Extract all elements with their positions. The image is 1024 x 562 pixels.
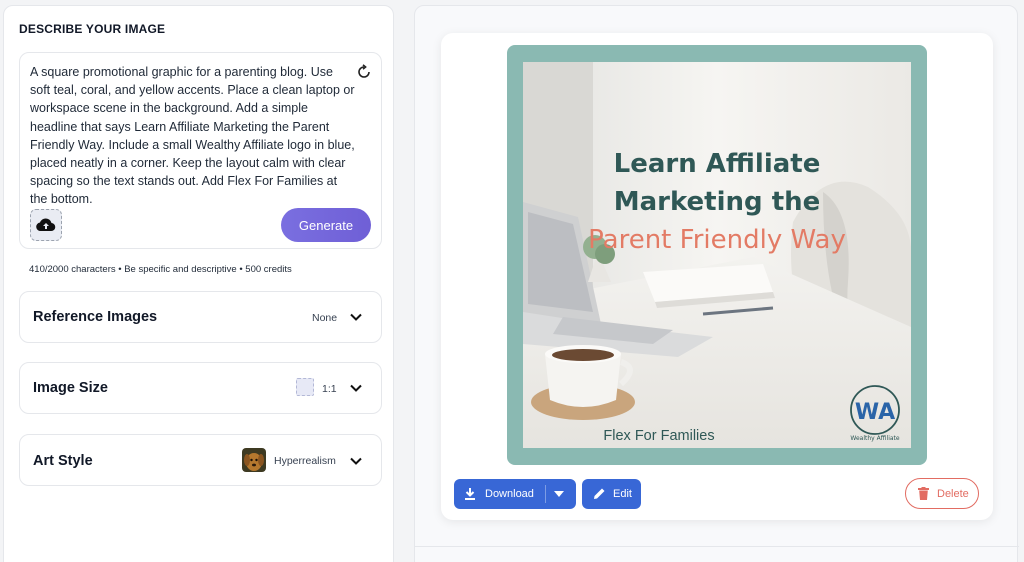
prompt-text[interactable]: A square promotional graphic for a paren…: [30, 63, 355, 209]
divider: [415, 546, 1019, 547]
art-style-label: Art Style: [33, 453, 93, 469]
image-size-accordion[interactable]: Image Size 1:1: [19, 362, 382, 414]
download-label: Download: [485, 488, 534, 500]
headline-line-3: Parent Friendly Way: [588, 225, 846, 255]
download-icon: [465, 488, 475, 500]
svg-text:Wealthy Affiliate: Wealthy Affiliate: [850, 435, 899, 442]
chevron-down-icon: [350, 384, 362, 392]
delete-button[interactable]: Delete: [905, 478, 979, 509]
refresh-icon[interactable]: [355, 63, 373, 81]
generate-button[interactable]: Generate: [281, 208, 371, 242]
prompt-textarea[interactable]: A square promotional graphic for a paren…: [19, 52, 382, 249]
download-button[interactable]: Download: [454, 479, 576, 509]
edit-label: Edit: [613, 488, 632, 500]
art-style-thumbnail: [242, 448, 266, 472]
trash-icon: [918, 487, 929, 500]
section-title: DESCRIBE YOUR IMAGE: [19, 22, 166, 36]
svg-text:WA: WA: [855, 400, 895, 425]
result-panel: Learn Affiliate Marketing the Parent Fri…: [414, 5, 1019, 562]
pencil-icon: [594, 488, 605, 499]
generated-image-content: Learn Affiliate Marketing the Parent Fri…: [523, 62, 911, 448]
reference-images-label: Reference Images: [33, 309, 158, 325]
reference-images-value: None: [312, 312, 338, 324]
delete-label: Delete: [937, 488, 969, 500]
image-headline: Learn Affiliate Marketing the Parent Fri…: [523, 145, 911, 259]
chevron-down-icon: [350, 457, 362, 465]
headline-line-2: Marketing the: [613, 187, 821, 217]
generated-image[interactable]: Learn Affiliate Marketing the Parent Fri…: [507, 45, 927, 465]
reference-images-accordion[interactable]: Reference Images None: [19, 291, 382, 343]
cloud-upload-icon: [36, 218, 56, 232]
upload-button[interactable]: [30, 209, 62, 241]
edit-button[interactable]: Edit: [582, 479, 641, 509]
headline-line-1: Learn Affiliate: [613, 149, 821, 179]
art-style-value: Hyperrealism: [274, 455, 336, 467]
image-size-value: 1:1: [322, 383, 337, 395]
character-count: 410/2000 characters • Be specific and de…: [29, 264, 292, 275]
aspect-ratio-icon: [296, 378, 314, 396]
chevron-down-icon: [350, 313, 362, 321]
caret-down-icon[interactable]: [554, 491, 564, 497]
button-divider: [545, 485, 546, 503]
art-style-accordion[interactable]: Art Style Hyperrealism: [19, 434, 382, 486]
describe-panel: DESCRIBE YOUR IMAGE A square promotional…: [3, 5, 394, 562]
image-size-label: Image Size: [33, 380, 108, 396]
image-footer-text: Flex For Families: [603, 428, 715, 444]
wealthy-affiliate-logo: WA Wealthy Affiliate: [847, 384, 903, 444]
result-card: Learn Affiliate Marketing the Parent Fri…: [441, 33, 993, 520]
